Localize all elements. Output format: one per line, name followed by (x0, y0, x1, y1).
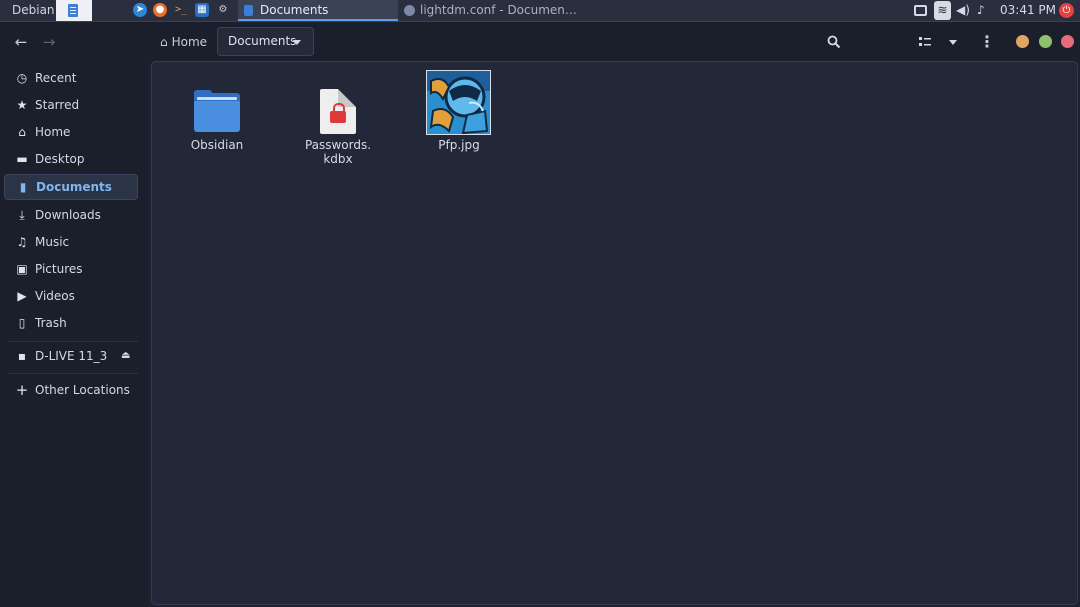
back-button[interactable]: ← (9, 30, 33, 54)
sidebar-item-starred[interactable]: ★ Starred (4, 92, 138, 118)
sidebar-item-trash[interactable]: ▯ Trash (4, 310, 138, 336)
folder-icon (194, 90, 240, 132)
sidebar-item-label: Videos (35, 289, 75, 303)
file-item-obsidian[interactable]: Obsidian (162, 62, 272, 162)
view-options-button[interactable] (913, 30, 937, 54)
taskbar-tab-label: Documents (260, 3, 329, 17)
menu-button[interactable]: ⋮ (975, 30, 999, 54)
files-app-button[interactable] (56, 0, 92, 21)
taskbar-tab-label: lightdm.conf - Documen… (420, 3, 577, 17)
notification-bell-icon[interactable]: ♪ (977, 3, 991, 17)
sidebar: ◷ Recent ★ Starred ⌂ Home ▬ Desktop ▮ Do… (0, 62, 148, 607)
taskbar: Debian ➤ ● >_ ▦ ⚙ Documents lightdm.conf… (0, 0, 1080, 22)
trash-icon: ▯ (18, 316, 26, 330)
sort-dropdown-button[interactable] (941, 30, 965, 54)
file-name-passwords: Passwords. kdbx (283, 138, 393, 166)
chevron-down-icon (293, 40, 301, 45)
sidebar-item-label: Home (35, 125, 71, 139)
breadcrumb-home[interactable]: ⌂ Home (154, 28, 213, 56)
sidebar-item-label: Documents (36, 180, 112, 194)
sidebar-item-label: Music (35, 235, 70, 249)
sidebar-item-device[interactable]: ▪ D-LIVE 11_3 ⏏ (4, 343, 138, 369)
taskbar-tab-documents[interactable]: Documents (238, 0, 398, 21)
volume-icon[interactable]: ◀) (956, 3, 970, 17)
sidebar-item-documents[interactable]: ▮ Documents (4, 174, 138, 200)
image-thumbnail[interactable] (426, 70, 491, 135)
files-icon (68, 4, 78, 17)
search-button[interactable] (822, 30, 846, 54)
locked-document-icon[interactable] (320, 89, 356, 134)
taskbar-tab-lightdm[interactable]: lightdm.conf - Documen… (398, 0, 588, 21)
list-view-icon (919, 37, 931, 46)
header-bar: ← → ⌂ Home Documents ⋮ (0, 22, 1080, 62)
close-button[interactable] (1061, 35, 1074, 48)
home-icon: ⌂ (18, 125, 26, 139)
sidebar-item-label: Recent (35, 71, 77, 85)
folder-tab-icon (244, 5, 253, 16)
sidebar-item-music[interactable]: ♫ Music (4, 229, 138, 255)
firefox-icon[interactable]: ● (153, 3, 167, 17)
file-view[interactable]: Obsidian Passwords. kdbx Pfp.jpg (151, 61, 1078, 605)
desktop-icon: ▬ (16, 152, 28, 166)
screen-icon[interactable] (914, 5, 927, 16)
sidebar-divider (8, 341, 138, 342)
minimize-button[interactable] (1016, 35, 1029, 48)
download-icon: ⤓ (19, 208, 25, 222)
sidebar-item-label: Other Locations (35, 383, 130, 397)
maximize-button[interactable] (1039, 35, 1052, 48)
sidebar-item-label: Trash (35, 316, 67, 330)
settings-icon[interactable]: ⚙ (216, 3, 230, 17)
file-name-line: kdbx (323, 152, 353, 166)
plus-icon: + (15, 381, 29, 399)
sidebar-item-downloads[interactable]: ⤓ Downloads (4, 202, 138, 228)
sidebar-item-home[interactable]: ⌂ Home (4, 119, 138, 145)
sidebar-item-videos[interactable]: ▶ Videos (4, 283, 138, 309)
sidebar-item-label: Downloads (35, 208, 101, 222)
breadcrumb-current[interactable]: Documents (217, 27, 314, 56)
chevron-down-icon (949, 39, 957, 45)
picture-icon: ▣ (16, 262, 28, 276)
video-icon: ▶ (17, 289, 27, 303)
sidebar-item-label: D-LIVE 11_3 (35, 349, 108, 363)
power-icon[interactable]: ⏻ (1059, 3, 1074, 18)
kebab-menu-icon: ⋮ (979, 32, 995, 51)
drive-icon: ▪ (17, 349, 27, 363)
sidebar-divider (8, 373, 138, 374)
clock[interactable]: 03:41 PM (1000, 0, 1056, 21)
image-preview-icon (427, 71, 490, 134)
forward-button[interactable]: → (37, 30, 61, 54)
monitor-icon[interactable]: ▦ (195, 3, 209, 17)
file-name: Pfp.jpg (438, 138, 480, 152)
sidebar-item-label: Desktop (35, 152, 85, 166)
network-icon[interactable]: ≋ (934, 1, 951, 20)
breadcrumb-home-label: Home (171, 35, 208, 49)
start-menu-button[interactable]: Debian (0, 0, 56, 21)
sidebar-item-other-locations[interactable]: + Other Locations (4, 377, 138, 403)
browser-compass-icon[interactable]: ➤ (133, 3, 147, 17)
document-icon: ▮ (19, 180, 27, 194)
file-item-passwords-anchor (152, 62, 153, 63)
sidebar-item-desktop[interactable]: ▬ Desktop (4, 146, 138, 172)
sidebar-item-recent[interactable]: ◷ Recent (4, 65, 138, 91)
sidebar-item-label: Starred (35, 98, 80, 112)
eject-icon[interactable]: ⏏ (121, 343, 130, 369)
file-name: Obsidian (190, 138, 244, 152)
breadcrumb-current-label: Documents (228, 34, 297, 48)
text-editor-icon (404, 5, 415, 16)
home-icon: ⌂ (160, 35, 168, 49)
clock-icon: ◷ (16, 71, 28, 85)
terminal-icon[interactable]: >_ (174, 3, 188, 17)
file-name-line: Passwords. (304, 138, 372, 152)
sidebar-item-label: Pictures (35, 262, 83, 276)
sidebar-item-pictures[interactable]: ▣ Pictures (4, 256, 138, 282)
star-icon: ★ (16, 98, 28, 112)
music-icon: ♫ (16, 235, 28, 249)
search-icon (827, 35, 841, 49)
